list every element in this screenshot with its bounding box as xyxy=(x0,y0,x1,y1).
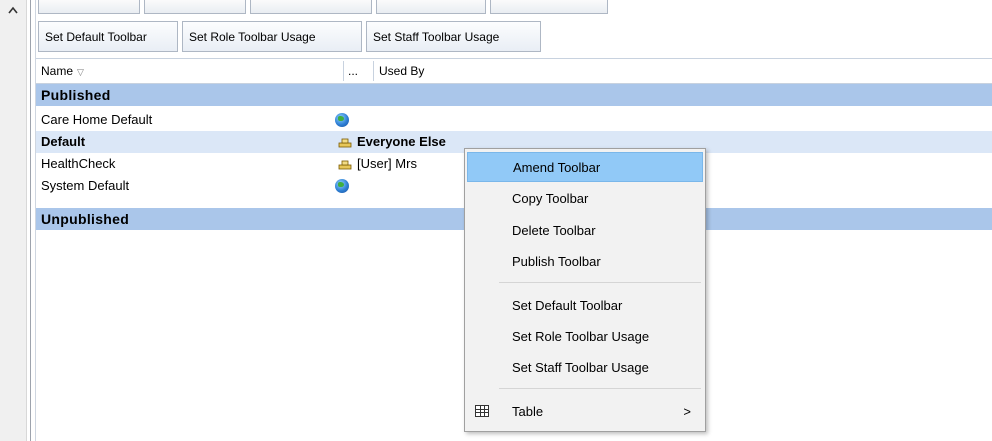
column-header-used-by[interactable]: Used By xyxy=(379,59,424,83)
toolbar-icon xyxy=(338,160,352,169)
globe-icon xyxy=(335,113,349,127)
clipped-button[interactable] xyxy=(376,0,486,14)
row-used-by: Everyone Else xyxy=(337,131,446,153)
column-separator[interactable] xyxy=(373,61,374,81)
row-name: Default xyxy=(41,134,86,149)
row-used-by: [User] Mrs xyxy=(337,153,417,175)
menu-item-publish-toolbar[interactable]: Publish Toolbar xyxy=(467,247,703,277)
clipped-button[interactable] xyxy=(250,0,372,14)
clipped-button[interactable] xyxy=(144,0,246,14)
menu-item-table[interactable]: Table > xyxy=(467,397,703,427)
group-label: Published xyxy=(41,87,111,103)
table-row[interactable]: Care Home Default xyxy=(36,109,992,131)
clipped-button[interactable] xyxy=(38,0,140,14)
row-name: System Default xyxy=(41,178,130,193)
set-default-toolbar-button[interactable]: Set Default Toolbar xyxy=(38,21,178,52)
menu-separator xyxy=(499,282,701,283)
row-name: HealthCheck xyxy=(41,156,116,171)
set-staff-toolbar-usage-button[interactable]: Set Staff Toolbar Usage xyxy=(366,21,541,52)
menu-item-amend-toolbar[interactable]: Amend Toolbar xyxy=(467,152,703,182)
column-header-name[interactable]: Name ▽ xyxy=(41,59,84,83)
left-panel-strip xyxy=(0,0,27,441)
clipped-button[interactable] xyxy=(490,0,608,14)
submenu-arrow-icon: > xyxy=(683,404,691,419)
row-name: Care Home Default xyxy=(41,112,153,127)
table-icon xyxy=(475,405,489,417)
menu-item-set-staff-toolbar-usage[interactable]: Set Staff Toolbar Usage xyxy=(467,353,703,383)
group-label: Unpublished xyxy=(41,211,130,227)
toolbar-icon xyxy=(338,138,352,147)
set-role-toolbar-usage-button[interactable]: Set Role Toolbar Usage xyxy=(182,21,362,52)
menu-item-set-role-toolbar-usage[interactable]: Set Role Toolbar Usage xyxy=(467,322,703,352)
grid-header: Name ▽ ... Used By xyxy=(36,58,992,84)
globe-icon xyxy=(335,179,349,193)
chevron-up-icon[interactable] xyxy=(8,6,18,14)
sort-desc-icon[interactable]: ▽ xyxy=(77,67,84,77)
menu-item-delete-toolbar[interactable]: Delete Toolbar xyxy=(467,216,703,246)
menu-item-copy-toolbar[interactable]: Copy Toolbar xyxy=(467,184,703,214)
menu-item-set-default-toolbar[interactable]: Set Default Toolbar xyxy=(467,291,703,321)
context-menu: Amend Toolbar Copy Toolbar Delete Toolba… xyxy=(464,148,706,432)
panel-divider xyxy=(30,0,31,441)
column-separator[interactable] xyxy=(343,61,344,81)
group-header-published[interactable]: Published xyxy=(36,84,992,106)
menu-separator xyxy=(499,388,701,389)
column-header-options[interactable]: ... xyxy=(348,59,358,83)
